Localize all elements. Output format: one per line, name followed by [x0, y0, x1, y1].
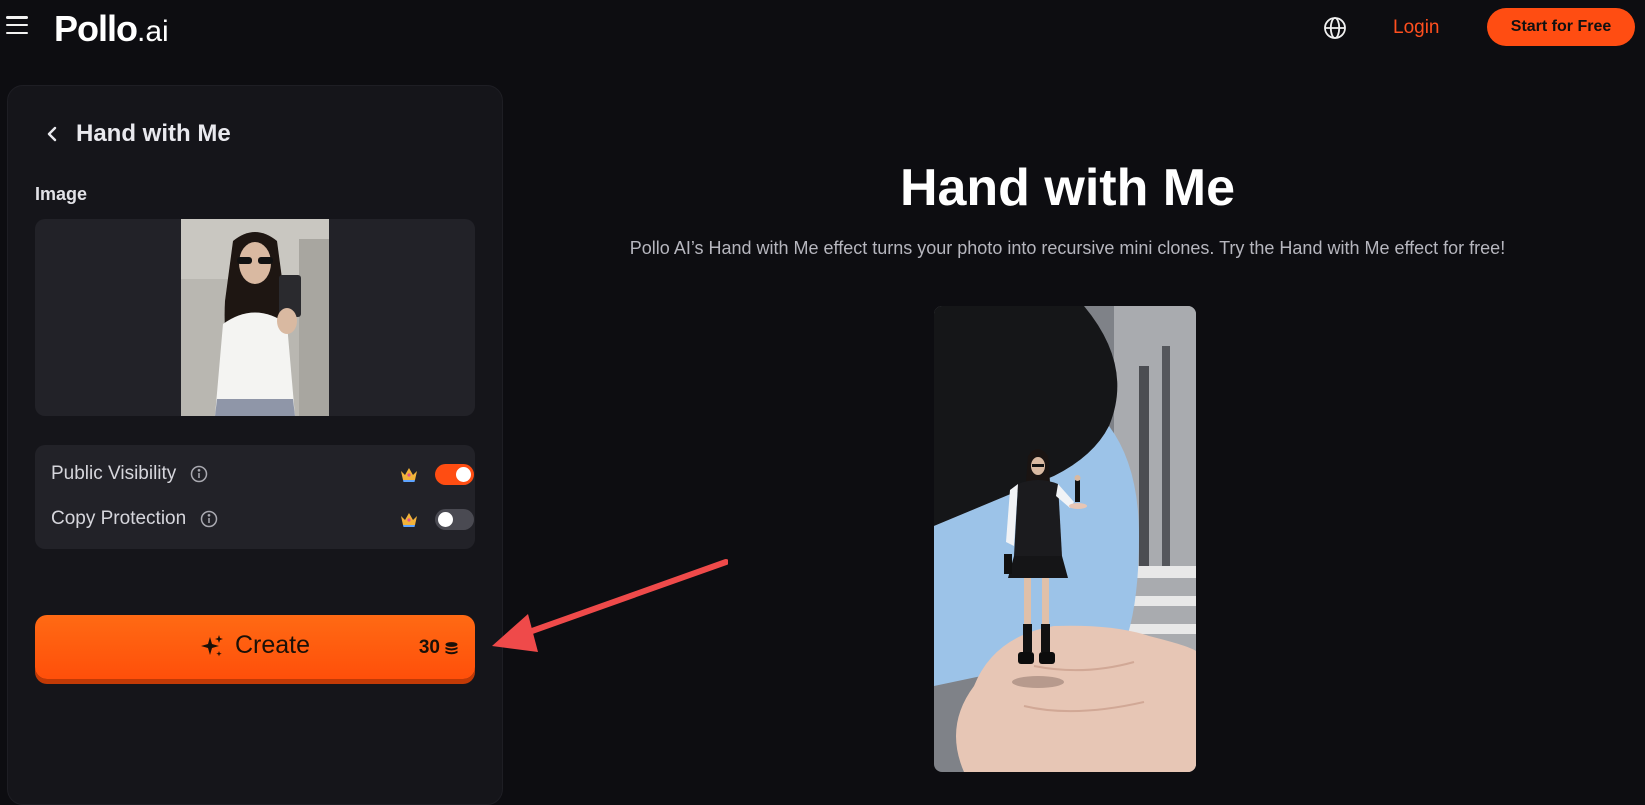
effect-preview-image: [934, 306, 1196, 772]
credit-cost-value: 30: [418, 637, 440, 658]
logo-suffix: .ai: [137, 15, 169, 48]
create-button-content: Create: [199, 631, 310, 660]
info-icon[interactable]: [190, 465, 208, 483]
panel-title: Hand with Me: [76, 120, 231, 147]
premium-crown-icon: [401, 468, 417, 482]
public-visibility-toggle[interactable]: [435, 464, 474, 485]
create-label: Create: [235, 631, 311, 659]
page-description: Pollo AI’s Hand with Me effect turns you…: [629, 238, 1506, 258]
panel-header[interactable]: Hand with Me: [42, 120, 231, 148]
credit-cost: 30: [419, 637, 459, 659]
create-button[interactable]: Create 30: [35, 615, 475, 679]
public-visibility-row: Public Visibility: [51, 459, 474, 489]
sparkle-icon: [201, 634, 223, 656]
page-title: Hand with Me: [899, 159, 1236, 217]
copy-protection-label: Copy Protection: [51, 508, 187, 529]
annotation-arrow: [492, 559, 728, 652]
image-section-label: Image: [35, 184, 88, 204]
top-bar: Pollo.ai Login Start for Free: [0, 0, 1645, 56]
info-icon[interactable]: [200, 510, 218, 528]
visibility-settings: Public Visibility Copy Protection: [35, 445, 475, 549]
copy-protection-row: Copy Protection: [51, 504, 474, 534]
login-link[interactable]: Login: [1393, 17, 1440, 39]
preview-illustration: [934, 306, 1196, 772]
logo-main: Pollo: [54, 8, 138, 49]
copy-protection-toggle[interactable]: [435, 509, 474, 530]
image-upload-area[interactable]: [35, 219, 475, 416]
uploaded-photo-thumbnail: [181, 219, 329, 416]
toggle-knob: [456, 467, 471, 482]
start-for-free-button[interactable]: Start for Free: [1487, 8, 1635, 46]
effect-settings-panel: Hand with Me Image Public Visibility Cop…: [7, 85, 503, 805]
logo[interactable]: Pollo.ai: [54, 8, 169, 50]
globe-icon[interactable]: [1323, 16, 1347, 40]
toggle-knob: [438, 512, 453, 527]
public-visibility-label: Public Visibility: [51, 463, 177, 484]
premium-crown-icon: [401, 513, 417, 527]
chevron-left-icon[interactable]: [42, 124, 62, 144]
hamburger-menu-icon[interactable]: [6, 16, 30, 36]
coin-stack-icon: [445, 641, 458, 654]
